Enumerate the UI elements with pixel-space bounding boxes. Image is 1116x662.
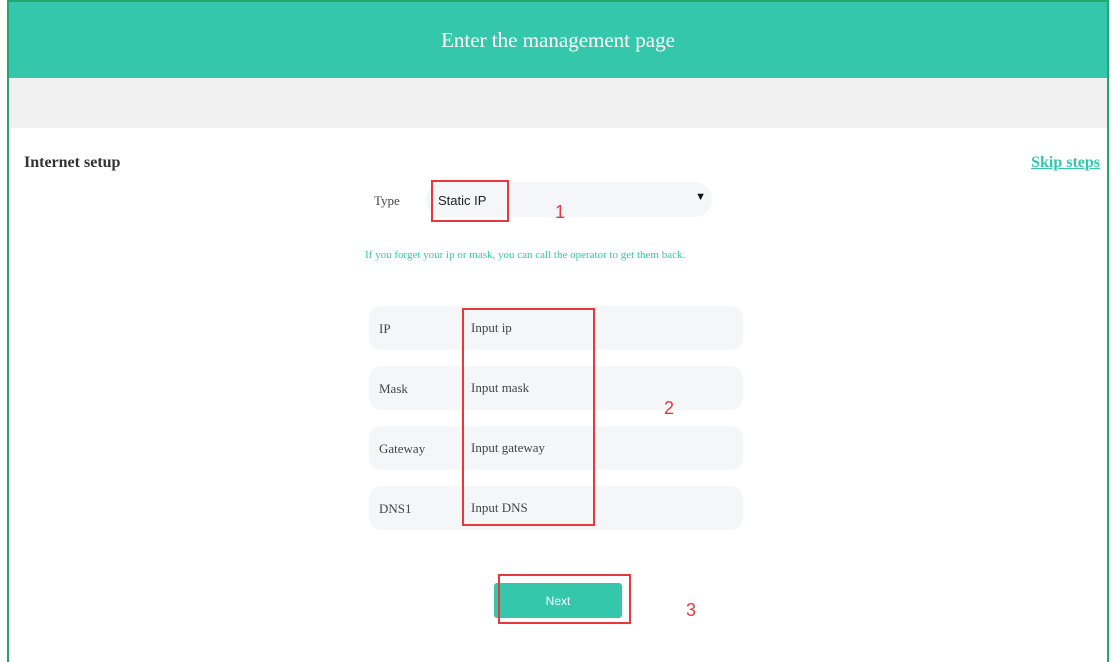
annotation-box-3 — [498, 574, 631, 624]
toolbar-strip — [9, 78, 1107, 128]
hint-text: If you forget your ip or mask, you can c… — [365, 249, 686, 261]
annotation-box-1 — [431, 180, 509, 222]
annotation-number-3: 3 — [686, 600, 697, 620]
ip-label: IP — [379, 321, 391, 336]
skip-steps-link[interactable]: Skip steps — [1031, 154, 1100, 172]
page-header: Enter the management page — [9, 2, 1107, 78]
section-title: Internet setup — [24, 154, 121, 171]
type-label: Type — [374, 193, 400, 208]
dropdown-arrow-icon: ▼ — [695, 191, 706, 203]
page-title: Enter the management page — [441, 27, 675, 52]
annotation-number-1: 1 — [555, 202, 566, 222]
annotation-box-2 — [462, 308, 595, 526]
gateway-label: Gateway — [379, 441, 426, 456]
mask-label: Mask — [379, 381, 408, 396]
dns1-label: DNS1 — [379, 501, 412, 516]
annotation-number-2: 2 — [664, 398, 675, 418]
